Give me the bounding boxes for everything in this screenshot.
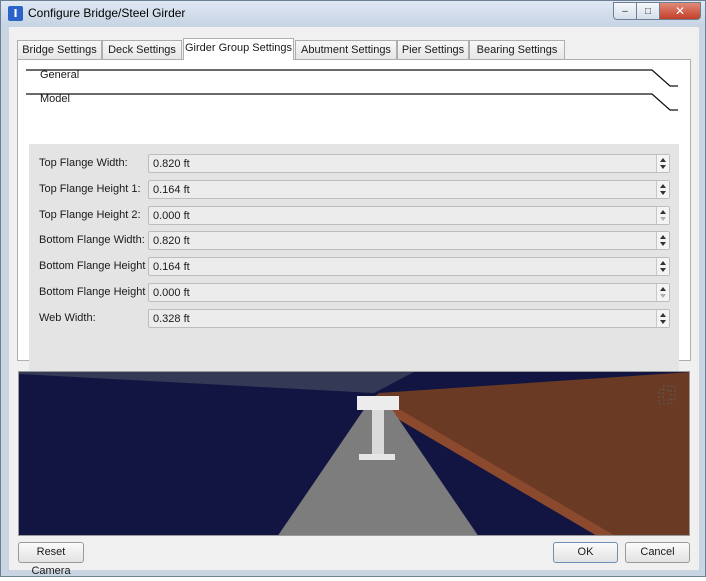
girder-group-pane: General Model Top Flange Width: 0.820 ft T… [17, 59, 691, 380]
spin-up-icon[interactable] [660, 312, 666, 317]
model-section-label: Model [40, 93, 70, 105]
spin-buttons [656, 180, 669, 198]
spin-up-icon[interactable] [660, 235, 666, 240]
bridge-app-icon: I [8, 6, 23, 21]
tab-deck-settings[interactable]: Deck Settings [102, 40, 182, 59]
spin-buttons [656, 206, 669, 224]
property-value: 0.820 ft [153, 158, 190, 170]
tab-abutment-settings[interactable]: Abutment Settings [295, 40, 397, 59]
tab-pier-settings[interactable]: Pier Settings [397, 40, 469, 59]
spin-buttons [656, 232, 669, 250]
spin-up-icon[interactable] [660, 287, 666, 291]
property-value: 0.328 ft [153, 312, 190, 325]
property-row: Bottom Flange Height 2: 0.000 ft [29, 283, 679, 303]
cancel-button[interactable]: Cancel [625, 542, 690, 563]
3d-preview-viewport[interactable] [18, 371, 690, 536]
property-label: Bottom Flange Height 2: [39, 286, 158, 298]
property-label: Top Flange Height 2: [39, 208, 141, 221]
property-value: 0.000 ft [153, 287, 190, 299]
tab-bridge-settings[interactable]: Bridge Settings [17, 40, 102, 59]
property-row: Top Flange Height 1: 0.164 ft [29, 179, 679, 200]
title-bar[interactable]: I Configure Bridge/Steel Girder – □ ✕ [1, 1, 705, 27]
maximize-button[interactable]: □ [636, 2, 660, 20]
girder-top-flange [357, 396, 399, 410]
property-row: Bottom Flange Height 1: 0.164 ft [29, 257, 679, 277]
close-button[interactable]: ✕ [659, 2, 701, 20]
property-spinbox[interactable]: 0.000 ft [148, 205, 670, 225]
girder-web [372, 410, 384, 454]
bridge-scene [19, 372, 689, 535]
general-section-header[interactable]: General [26, 66, 678, 90]
property-spinbox[interactable]: 0.820 ft [148, 231, 670, 251]
property-value: 0.164 ft [153, 261, 190, 274]
spin-up-icon[interactable] [660, 158, 666, 162]
spin-down-icon[interactable] [660, 319, 666, 324]
spin-down-icon[interactable] [660, 165, 666, 169]
minimize-button[interactable]: – [613, 2, 637, 20]
spin-up-icon[interactable] [660, 261, 666, 266]
model-section-header[interactable]: Model [26, 90, 678, 114]
girder-bottom-flange [359, 454, 395, 460]
spin-buttons [656, 284, 669, 301]
property-label: Top Flange Height 1: [39, 182, 141, 195]
spin-buttons [656, 155, 669, 172]
property-spinbox[interactable]: 0.820 ft [148, 154, 670, 173]
spin-down-icon[interactable] [660, 216, 666, 221]
spin-up-icon[interactable] [660, 209, 666, 214]
property-value: 0.164 ft [153, 183, 190, 196]
section-divider [26, 69, 678, 87]
property-spinbox[interactable]: 0.000 ft [148, 283, 670, 302]
spin-buttons [656, 309, 669, 327]
spin-buttons [656, 258, 669, 276]
property-spinbox[interactable]: 0.328 ft [148, 308, 670, 328]
property-value: 0.000 ft [153, 209, 190, 222]
property-row: Top Flange Width: 0.820 ft [29, 154, 679, 174]
property-row: Top Flange Height 2: 0.000 ft [29, 205, 679, 226]
property-spinbox[interactable]: 0.164 ft [148, 257, 670, 277]
section-divider [26, 93, 678, 111]
property-label: Bottom Flange Height 1: [39, 260, 158, 273]
property-row: Web Width: 0.328 ft [29, 308, 679, 329]
general-section-label: General [40, 69, 80, 81]
property-label: Top Flange Width: [39, 157, 128, 169]
ok-button[interactable]: OK [553, 542, 618, 563]
spin-down-icon[interactable] [660, 190, 666, 195]
spin-down-icon[interactable] [660, 242, 666, 247]
tab-girder-group-settings[interactable]: Girder Group Settings [183, 38, 294, 60]
window-title: Configure Bridge/Steel Girder [28, 6, 186, 20]
dialog-body: Bridge Settings Deck Settings Girder Gro… [9, 27, 699, 577]
spin-down-icon[interactable] [660, 268, 666, 273]
spin-down-icon[interactable] [660, 294, 666, 298]
property-value: 0.820 ft [153, 235, 190, 248]
configure-dialog: I Configure Bridge/Steel Girder – □ ✕ Br… [0, 0, 706, 577]
property-label: Bottom Flange Width: [39, 234, 145, 247]
tab-bearing-settings[interactable]: Bearing Settings [469, 40, 565, 59]
property-row: Bottom Flange Width: 0.820 ft [29, 231, 679, 251]
model-properties: Top Flange Width: 0.820 ft Top Flange Heig… [29, 144, 679, 380]
property-label: Web Width: [39, 311, 96, 324]
property-spinbox[interactable]: 0.164 ft [148, 179, 670, 199]
reset-camera-button[interactable]: Reset Camera [18, 542, 84, 577]
spin-up-icon[interactable] [660, 183, 666, 188]
